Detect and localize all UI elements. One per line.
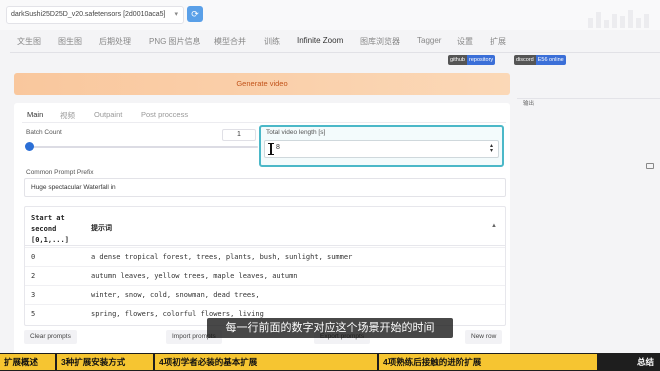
video-subtitle: 每一行前面的数字对应这个场景开始的时间 bbox=[207, 318, 453, 338]
table-row[interactable]: 2 autumn leaves, yellow trees, maple lea… bbox=[25, 266, 505, 285]
github-badge-label: github bbox=[448, 55, 467, 65]
github-badge[interactable]: github repository bbox=[448, 55, 496, 65]
subtab-post-process[interactable]: Post proccess bbox=[141, 110, 188, 119]
row-prompt[interactable]: a dense tropical forest, trees, plants, … bbox=[91, 253, 352, 261]
github-badge-value: repository bbox=[467, 55, 496, 65]
output-label: 输出 bbox=[523, 101, 535, 107]
chapter-summary[interactable]: 总结 bbox=[599, 354, 660, 370]
batch-slider-handle[interactable] bbox=[25, 142, 34, 151]
start-second-header-1: Start at bbox=[31, 214, 65, 222]
tab-png-info[interactable]: PNG 图片信息 bbox=[149, 36, 201, 47]
tab-train[interactable]: 训练 bbox=[264, 36, 280, 47]
stepper-icon[interactable]: ▴ ▾ bbox=[490, 143, 493, 154]
clear-prompts-button[interactable]: Clear prompts bbox=[24, 330, 77, 344]
output-panel: 输出 bbox=[517, 98, 660, 110]
subtab-outpaint[interactable]: Outpaint bbox=[94, 110, 122, 119]
chapter-advanced-extensions[interactable]: 4项熟练后接触的进阶扩展 bbox=[379, 354, 597, 370]
refresh-button[interactable]: ⟳ bbox=[187, 6, 203, 22]
chapter-basic-extensions[interactable]: 4项初学者必装的基本扩展 bbox=[155, 354, 377, 370]
start-second-header-2: second bbox=[31, 225, 57, 233]
header-divider bbox=[25, 245, 505, 246]
screen-icon[interactable] bbox=[646, 163, 654, 169]
table-row[interactable]: 3 winter, snow, cold, snowman, dead tree… bbox=[25, 285, 505, 304]
chapter-install-methods[interactable]: 3种扩展安装方式 bbox=[57, 354, 153, 370]
sort-arrow-icon[interactable]: ▲ bbox=[491, 223, 497, 229]
row-second[interactable]: 0 bbox=[31, 253, 35, 261]
tab-settings[interactable]: 设置 bbox=[457, 36, 473, 47]
refresh-icon: ⟳ bbox=[191, 9, 199, 19]
row-second[interactable]: 2 bbox=[31, 272, 35, 280]
tab-infinite-zoom[interactable]: Infinite Zoom bbox=[297, 36, 343, 45]
watermark-logo bbox=[586, 6, 652, 28]
discord-badge-value: E56 online bbox=[535, 55, 566, 65]
text-cursor-icon bbox=[268, 143, 274, 155]
subtab-video[interactable]: 视频 bbox=[60, 110, 75, 121]
model-checkpoint-select[interactable]: darkSushi25D25D_v20.safetensors [2d0010a… bbox=[6, 6, 184, 24]
video-length-input[interactable] bbox=[264, 140, 499, 158]
table-row[interactable]: 0 a dense tropical forest, trees, plants… bbox=[25, 247, 505, 266]
prompt-prefix-input[interactable]: Huge spectacular Waterfall in bbox=[24, 178, 506, 197]
prompt-header: 提示词 bbox=[91, 225, 112, 232]
batch-count-slider[interactable] bbox=[28, 146, 258, 148]
chapter-bar: 扩展概述 3种扩展安装方式 4项初学者必装的基本扩展 4项熟练后接触的进阶扩展 … bbox=[0, 353, 660, 371]
tab-image-browser[interactable]: 图库浏览器 bbox=[360, 36, 400, 47]
prompt-table: Start at second [0,1,...] 提示词 ▲ 0 a dens… bbox=[24, 206, 506, 326]
chevron-down-icon: ▾ bbox=[174, 11, 178, 18]
subtab-divider bbox=[22, 122, 506, 123]
discord-badge[interactable]: discord E56 online bbox=[514, 55, 566, 65]
row-prompt[interactable]: winter, snow, cold, snowman, dead trees, bbox=[91, 291, 260, 299]
tab-checkpoint-merger[interactable]: 模型合并 bbox=[214, 36, 246, 47]
chapter-overview[interactable]: 扩展概述 bbox=[0, 354, 55, 370]
start-second-header: Start at second [0,1,...] bbox=[31, 213, 69, 246]
tab-extensions[interactable]: 扩展 bbox=[490, 36, 506, 47]
top-bar: darkSushi25D25D_v20.safetensors [2d0010a… bbox=[0, 0, 660, 30]
row-second[interactable]: 3 bbox=[31, 291, 35, 299]
video-length-label: Total video length [s] bbox=[266, 129, 326, 136]
batch-count-input[interactable]: 1 bbox=[222, 129, 256, 141]
main-tab-bar: 文生图 图生图 后期处理 PNG 图片信息 模型合并 训练 Infinite Z… bbox=[0, 31, 660, 51]
row-prompt[interactable]: spring, flowers, colorful flowers, livin… bbox=[91, 310, 264, 318]
tab-divider bbox=[10, 52, 660, 53]
model-select-value: darkSushi25D25D_v20.safetensors [2d0010a… bbox=[11, 11, 166, 18]
tab-img2img[interactable]: 图生图 bbox=[58, 36, 82, 47]
new-row-button[interactable]: New row bbox=[465, 330, 503, 344]
subtab-main[interactable]: Main bbox=[27, 110, 43, 119]
discord-badge-label: discord bbox=[514, 55, 536, 65]
tab-extras[interactable]: 后期处理 bbox=[99, 36, 131, 47]
row-second[interactable]: 5 bbox=[31, 310, 35, 318]
prompt-prefix-label: Common Prompt Prefix bbox=[26, 169, 94, 176]
tab-tagger[interactable]: Tagger bbox=[417, 36, 441, 45]
batch-count-label: Batch Count bbox=[26, 129, 62, 136]
tab-txt2img[interactable]: 文生图 bbox=[17, 36, 41, 47]
video-length-value: 8 bbox=[276, 144, 280, 151]
start-second-header-3: [0,1,...] bbox=[31, 236, 69, 244]
generate-video-button[interactable]: Generate video bbox=[14, 73, 510, 95]
row-prompt[interactable]: autumn leaves, yellow trees, maple leave… bbox=[91, 272, 298, 280]
